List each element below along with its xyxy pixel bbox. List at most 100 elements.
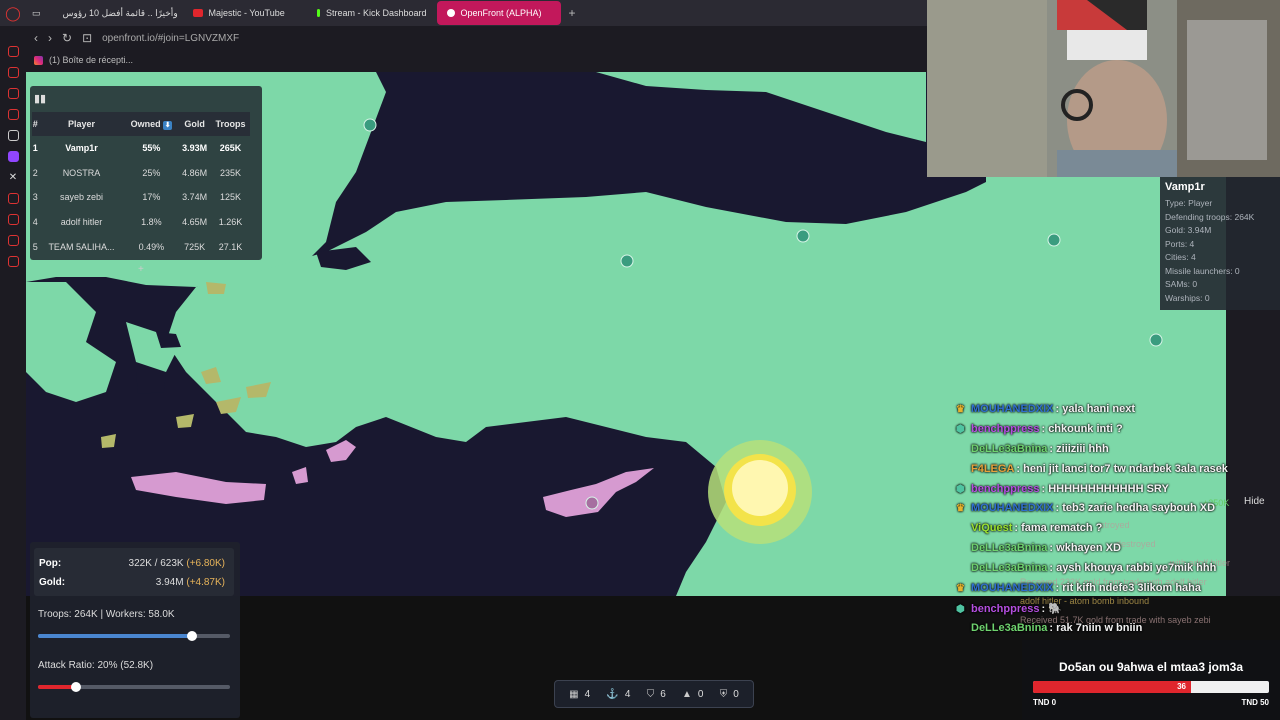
pop-value-group: 322K / 623K (+6.80K) — [129, 558, 225, 569]
chat-text: : chkounk inti ? — [1041, 422, 1123, 435]
column-troops[interactable]: Troops — [210, 112, 250, 136]
column-gold[interactable]: Gold — [178, 112, 211, 136]
chat-username[interactable]: DeLLe3aBnina — [971, 562, 1047, 574]
troops-slider[interactable] — [38, 631, 230, 641]
chat-username[interactable]: ViQuest — [971, 522, 1012, 534]
back-icon[interactable]: ‹ — [34, 31, 38, 45]
tab-2[interactable]: Majestic - YouTube — [183, 1, 307, 25]
goal-title: Do5an ou 9ahwa el mtaa3 jom3a — [1058, 660, 1244, 674]
tab-1[interactable]: وأخيرًا .. قائمة أفضل 10 رؤوس — [47, 1, 183, 25]
tab-4-active[interactable]: OpenFront (ALPHA) — [436, 1, 561, 25]
player-info-name: Vamp1r — [1165, 181, 1205, 193]
reload-icon[interactable]: ↻ — [62, 31, 72, 45]
pop-row: Pop: 322K / 623K (+6.80K) — [39, 558, 225, 569]
column-owned-label: Owned — [130, 118, 161, 129]
gold-value-group: 3.94M (+4.87K) — [156, 577, 225, 588]
gold-label: Gold: — [39, 577, 66, 588]
sort-desc-icon[interactable]: ⬇ — [163, 120, 173, 130]
chat-badge-icon: ♛ — [956, 583, 965, 595]
gold-value: 3.94M — [155, 577, 184, 588]
port-counter[interactable]: ⚓ 4 — [606, 689, 630, 700]
goal-max-label: TND 50 — [1241, 698, 1269, 707]
sidebar-app-icon[interactable] — [7, 46, 19, 57]
webcam-image — [927, 0, 1280, 177]
sidebar-app-icon[interactable] — [7, 88, 19, 99]
chat-message: ViQuest: fama rematch ? — [956, 522, 1246, 542]
city-counter[interactable]: ▦ 4 — [569, 689, 590, 700]
leaderboard-row[interactable]: 1 Vamp1r 55% 3.93M 265K — [32, 136, 250, 161]
browser-sidebar: ✕ — [0, 26, 26, 720]
chat-text: : aysh khouya rabbi ye7mik hhh — [1049, 562, 1217, 575]
leaderboard-row[interactable]: 4 adolf hitler 1.8% 4.65M 1.26K — [32, 210, 250, 235]
attack-ratio-slider[interactable] — [38, 682, 230, 692]
chat-username[interactable]: MOUHANEDXIX — [971, 582, 1054, 594]
chat-username[interactable]: DeLLe3aBnina — [971, 443, 1047, 455]
sidebar-app-icon[interactable] — [7, 67, 19, 78]
attack-ratio-label: Attack Ratio: 20% (52.8K) — [38, 660, 154, 671]
new-tab-button[interactable]: + — [561, 6, 584, 20]
resource-box — [34, 548, 234, 596]
chat-username[interactable]: benchppress — [971, 603, 1039, 615]
player-info-panel: Vamp1r Type: Player Defending troops: 26… — [1160, 177, 1280, 310]
chat-username[interactable]: benchppress — [971, 483, 1039, 495]
x-icon[interactable]: ✕ — [8, 172, 19, 183]
event-log-hide-button[interactable]: Hide — [1244, 496, 1265, 507]
leaderboard-row[interactable]: 5 TEAM 5ALIHA... 0.49% 725K 27.1K — [32, 234, 250, 259]
missile-silo-counter[interactable]: ▲ 0 — [682, 689, 703, 700]
chat-message: ♛ MOUHANEDXIX: rit kifh ndefe3 3likom hah… — [956, 582, 1246, 602]
globe-icon — [446, 9, 455, 17]
forward-icon[interactable]: › — [48, 31, 52, 45]
chat-username[interactable]: MOUHANEDXIX — [971, 502, 1054, 514]
chat-text: : 🐘 — [1041, 602, 1062, 615]
sidebar-app-icon[interactable] — [7, 109, 19, 120]
chat-text: : teb3 zarie hedha saybouh XD — [1055, 502, 1216, 515]
bookmark-item[interactable]: (1) Boîte de récepti... — [49, 55, 133, 65]
sam-count: 0 — [733, 688, 739, 700]
browser-menu-icon[interactable]: ▭ — [26, 1, 47, 25]
player-info-line: Gold: 3.94M — [1165, 225, 1212, 235]
sidebar-app-icon[interactable] — [7, 130, 19, 141]
attack-slider-knob[interactable] — [71, 682, 82, 692]
chat-text: : heni jit lanci tor7 tw ndarbek 3ala ra… — [1016, 462, 1228, 475]
chat-text: : rit kifh ndefe3 3likom haha — [1055, 582, 1201, 595]
player-info-line: Type: Player — [1165, 198, 1213, 208]
chat-text: : yala hani next — [1055, 403, 1135, 415]
browser-logo-icon[interactable]: ◯ — [0, 0, 26, 26]
sam-counter[interactable]: ⛨ 0 — [720, 689, 739, 700]
tab-3[interactable]: Stream - Kick Dashboard — [307, 1, 437, 25]
gold: 3.74M — [182, 192, 208, 203]
chat-badge-icon: ⬢ — [956, 603, 965, 615]
player-info-line: Cities: 4 — [1165, 252, 1196, 262]
sam-icon: ⛨ — [719, 688, 728, 700]
leaderboard-expand-button[interactable]: + — [138, 264, 144, 275]
troops: 125K — [219, 192, 241, 203]
leaderboard-row[interactable]: 2 NOSTRA 25% 4.86M 235K — [32, 161, 250, 186]
pop-value: 322K / 623K — [128, 558, 184, 569]
chat-username[interactable]: MOUHANEDXIX — [971, 403, 1054, 415]
leaderboard-row[interactable]: 3 sayeb zebi 17% 3.74M 125K — [32, 185, 250, 210]
chat-username[interactable]: benchppress — [971, 423, 1039, 435]
chat-message: DeLLe3aBnina: rak 7niin w bniin — [956, 622, 1246, 642]
pop-label: Pop: — [39, 558, 62, 569]
gold-row: Gold: 3.94M (+4.87K) — [39, 577, 225, 588]
sidebar-app-icon[interactable] — [7, 214, 19, 225]
chat-message: ⬢ benchppress: 🐘 — [956, 602, 1246, 622]
sidebar-app-icon[interactable] — [7, 193, 19, 204]
troops: 27.1K — [218, 241, 243, 252]
column-player[interactable]: Player — [38, 112, 125, 136]
chat-username[interactable]: F4LEGA — [971, 463, 1014, 475]
twitch-icon[interactable] — [7, 151, 19, 162]
player-name: Vamp1r — [65, 143, 98, 154]
sidebar-app-icon[interactable] — [7, 235, 19, 246]
port-count: 4 — [624, 688, 631, 700]
column-owned[interactable]: Owned ⬇ — [124, 112, 179, 136]
bar-chart-icon[interactable]: ▮▮ — [34, 92, 46, 105]
url-field[interactable]: openfront.io/#join=LGNVZMXF — [102, 33, 239, 44]
chat-username[interactable]: DeLLe3aBnina — [971, 542, 1047, 554]
defense-post-counter[interactable]: ⛉ 6 — [647, 689, 666, 700]
troops-slider-fill — [38, 634, 192, 638]
troops-slider-knob[interactable] — [186, 631, 197, 641]
kick-icon — [316, 9, 320, 17]
chat-username[interactable]: DeLLe3aBnina — [971, 622, 1047, 634]
settings-icon[interactable] — [7, 256, 19, 267]
